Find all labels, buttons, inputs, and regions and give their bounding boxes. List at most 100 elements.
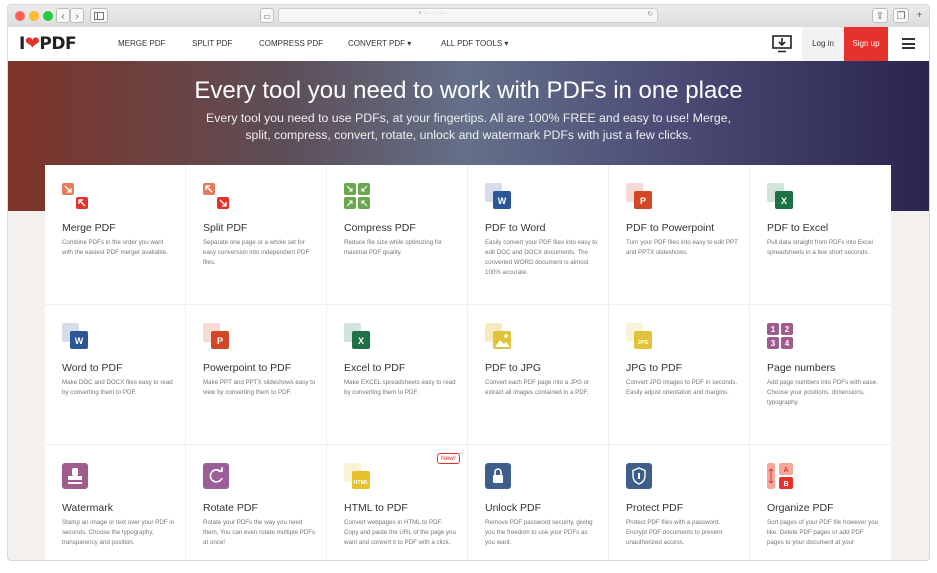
tool-card-protect-pdf[interactable]: Protect PDF Protect PDF files with a pass… xyxy=(609,445,750,560)
menu-icon[interactable] xyxy=(902,38,915,49)
page-numbers-icon: 1234 xyxy=(767,323,793,349)
nav-convert-pdf[interactable]: CONVERT PDF ▾ xyxy=(348,39,411,48)
tool-description: Convert JPG images to PDF in seconds. Ea… xyxy=(626,379,738,396)
sidebar-toggle-button[interactable] xyxy=(90,8,108,23)
split-icon xyxy=(203,183,229,209)
logo-suffix: PDF xyxy=(39,34,77,54)
close-window-button[interactable] xyxy=(15,11,25,21)
tool-description: Combine PDFs in the order you want with … xyxy=(62,239,168,256)
reader-button[interactable]: ▭ xyxy=(260,8,274,23)
tool-card-organize-pdf[interactable]: A B Organize PDF Sort pages of your PDF fil… xyxy=(750,445,891,560)
tool-card-pdf-to-word[interactable]: W PDF to Word Easily convert your PDF file… xyxy=(468,165,609,305)
tool-description: Make EXCEL spreadsheets easy to read by … xyxy=(344,379,456,396)
tool-card-pdf-to-jpg[interactable]: PDF to JPG Convert each PDF page into a J… xyxy=(468,305,609,445)
tool-card-page-numbers[interactable]: 1 2 3 4 Page numbers Add page numbers into PD… xyxy=(750,305,891,445)
tool-card-rotate-pdf[interactable]: Rotate PDF Rotate your PDFs the way you n… xyxy=(186,445,327,560)
tool-description: Stamp an image or text over your PDF in … xyxy=(62,519,175,546)
tool-title: HTML to PDF xyxy=(344,502,408,514)
tool-description: Make PPT and PPTX slideshows easy to vie… xyxy=(203,379,316,396)
stamp-icon xyxy=(62,463,88,489)
svg-text:P: P xyxy=(640,196,646,206)
tool-card-html-to-pdf[interactable]: HTML HTML to PDF Convert webpages in HTML … xyxy=(327,445,468,560)
tool-title: Split PDF xyxy=(203,222,248,234)
forward-button[interactable]: › xyxy=(70,8,84,23)
tool-title: Word to PDF xyxy=(62,362,123,374)
tool-description: Easily convert your PDF files into easy … xyxy=(485,239,598,276)
tool-description: Rotate your PDFs the way you need them. … xyxy=(203,519,316,546)
nav-all-pdf-tools[interactable]: ALL PDF TOOLS ▾ xyxy=(441,39,508,48)
svg-text:1: 1 xyxy=(771,325,776,334)
compress-icon xyxy=(344,183,370,209)
browser-window: ‹ › ▭ • ··· ·· ··· ↻ ⇪ ❐ + I❤PDF MERGE P… xyxy=(7,4,930,561)
shield-icon xyxy=(626,463,652,489)
tool-card-excel-to-pdf[interactable]: X Excel to PDF Make EXCEL spreadsheets eas… xyxy=(327,305,468,445)
url-text: • ··· ·· ··· xyxy=(419,10,446,17)
jpg-icon: JPG xyxy=(626,323,652,349)
tool-card-watermark[interactable]: Watermark Stamp an image or text over you… xyxy=(45,445,186,560)
address-bar[interactable]: • ··· ·· ··· ↻ xyxy=(278,8,658,23)
maximize-window-button[interactable] xyxy=(43,11,53,21)
tool-description: Pull data straight from PDFs into Excel … xyxy=(767,239,873,256)
svg-text:3: 3 xyxy=(771,339,776,348)
tool-title: Page numbers xyxy=(767,362,836,374)
tool-description: Add page numbers into PDFs with ease. Ch… xyxy=(767,379,878,406)
unlock-icon xyxy=(485,463,511,489)
svg-text:HTML: HTML xyxy=(353,480,369,486)
svg-text:2: 2 xyxy=(785,325,790,334)
sidebar-icon xyxy=(94,12,104,20)
word-icon: W xyxy=(485,183,511,209)
minimize-window-button[interactable] xyxy=(29,11,39,21)
signup-button[interactable]: Sign up xyxy=(844,27,888,61)
tool-description: Turn your PDF files into easy to edit PP… xyxy=(626,239,738,256)
nav-merge-pdf[interactable]: MERGE PDF xyxy=(118,39,166,48)
tool-description: Remove PDF password security, giving you… xyxy=(485,519,593,546)
tool-title: PDF to JPG xyxy=(485,362,542,374)
tool-card-powerpoint-to-pdf[interactable]: P Powerpoint to PDF Make PPT and PPTX slid… xyxy=(186,305,327,445)
image-icon xyxy=(485,323,511,349)
tool-description: Reduce file size while optimizing for ma… xyxy=(344,239,443,256)
new-badge: New! xyxy=(437,453,460,464)
tool-title: PDF to Excel xyxy=(767,222,829,234)
tool-title: Compress PDF xyxy=(344,222,416,234)
tool-card-jpg-to-pdf[interactable]: JPG JPG to PDF Convert JPG images to PDF i… xyxy=(609,305,750,445)
reload-icon[interactable]: ↻ xyxy=(647,10,653,18)
tool-description: Convert webpages in HTML to PDF. Copy an… xyxy=(344,519,456,546)
tool-card-split-pdf[interactable]: Split PDF Separate one page or a whole se… xyxy=(186,165,327,305)
new-tab-button[interactable]: + xyxy=(913,8,926,23)
tool-card-compress-pdf[interactable]: Compress PDF Reduce file size while optim… xyxy=(327,165,468,305)
nav-split-pdf[interactable]: SPLIT PDF xyxy=(192,39,232,48)
svg-text:4: 4 xyxy=(785,339,790,348)
tool-description: Make DOC and DOCX files easy to read by … xyxy=(62,379,173,396)
rotate-icon xyxy=(203,463,229,489)
tool-card-word-to-pdf[interactable]: W Word to PDF Make DOC and DOCX files easy… xyxy=(45,305,186,445)
svg-text:W: W xyxy=(75,336,84,346)
tool-description: Convert each PDF page into a JPG or extr… xyxy=(485,379,590,396)
page-icon: ▭ xyxy=(263,12,271,21)
svg-text:P: P xyxy=(217,336,223,346)
tool-title: Rotate PDF xyxy=(203,502,258,514)
tool-title: PDF to Powerpoint xyxy=(626,222,715,234)
plus-icon: + xyxy=(916,10,923,21)
chevron-left-icon: ‹ xyxy=(61,11,65,22)
svg-text:X: X xyxy=(358,336,364,346)
tool-card-pdf-to-powerpoint[interactable]: P PDF to Powerpoint Turn your PDF files in… xyxy=(609,165,750,305)
tool-card-merge-pdf[interactable]: Merge PDF Combine PDFs in the order you w… xyxy=(45,165,186,305)
svg-text:B: B xyxy=(783,481,788,488)
back-button[interactable]: ‹ xyxy=(56,8,70,23)
browser-toolbar: ‹ › ▭ • ··· ·· ··· ↻ ⇪ ❐ + xyxy=(8,5,929,28)
desktop-download-button[interactable] xyxy=(772,35,792,53)
merge-icon xyxy=(62,183,88,209)
ilovepdf-logo[interactable]: I❤PDF xyxy=(19,33,77,54)
login-button[interactable]: Log in xyxy=(802,27,844,61)
tool-card-unlock-pdf[interactable]: Unlock PDF Remove PDF password security, … xyxy=(468,445,609,560)
tool-card-pdf-to-excel[interactable]: X PDF to Excel Pull data straight from PDF… xyxy=(750,165,891,305)
nav-compress-pdf[interactable]: COMPRESS PDF xyxy=(259,39,323,48)
desktop-download-icon xyxy=(772,35,792,53)
share-button[interactable]: ⇪ xyxy=(872,8,888,23)
tabs-button[interactable]: ❐ xyxy=(893,8,909,23)
excel-icon: X xyxy=(767,183,793,209)
tool-title: Organize PDF xyxy=(767,502,834,514)
chevron-right-icon: › xyxy=(75,11,79,22)
tool-title: Powerpoint to PDF xyxy=(203,362,292,374)
hero-subtitle: Every tool you need to use PDFs, at your… xyxy=(206,111,731,142)
